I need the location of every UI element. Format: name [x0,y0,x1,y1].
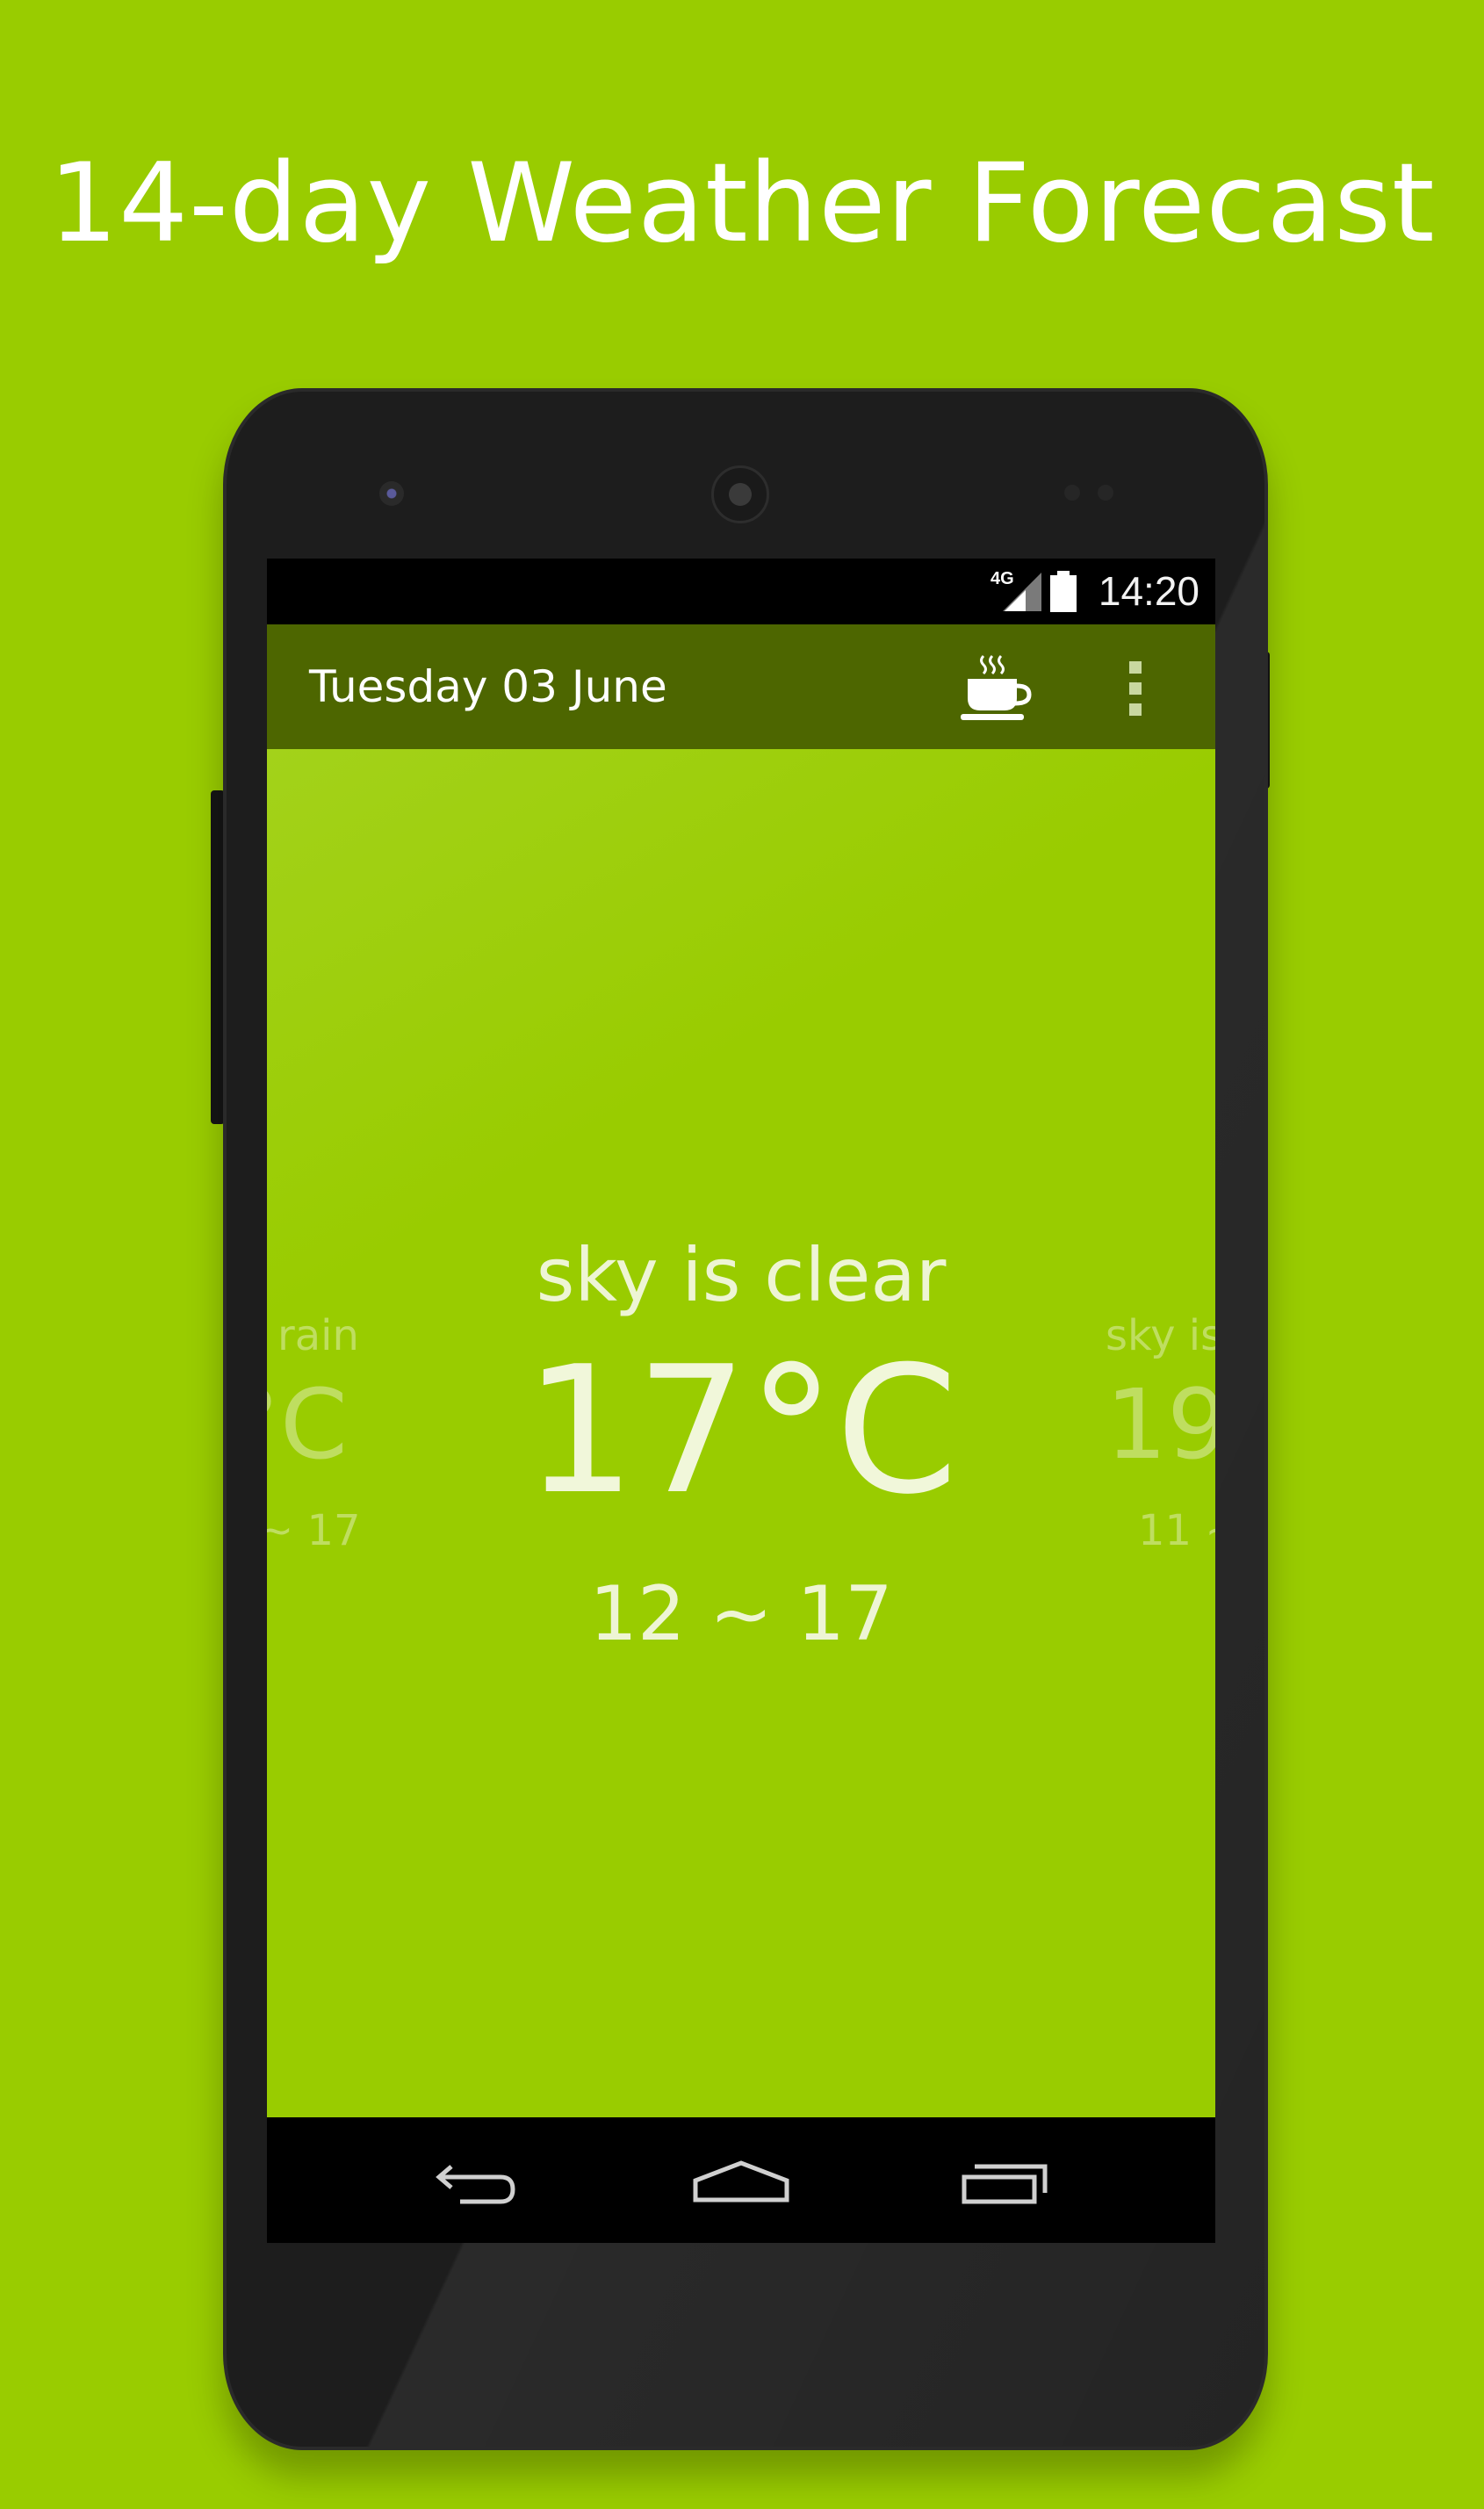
back-button[interactable] [425,2151,530,2212]
weather-description: sky is clear [536,1232,947,1318]
status-bar: 4G 14:20 [267,559,1215,624]
next-day-description: sky is [1106,1311,1215,1360]
temperature-range: 12 ~ 17 [589,1570,893,1658]
overflow-menu-button[interactable] [1119,651,1154,725]
back-icon [436,2165,515,2204]
front-camera [379,481,404,506]
navigation-bar [267,2117,1215,2243]
date-title: Tuesday 03 June [309,661,667,712]
coffee-cup-icon [961,654,1032,720]
action-bar: Tuesday 03 June [267,624,1215,749]
next-day-range: 11 ~ [1138,1506,1215,1555]
forecast-pager[interactable]: rain °C ~ 17 sky is clear 17°C 12 ~ 17 s… [267,749,1215,2117]
proximity-sensor [1064,485,1080,501]
recents-icon [962,2164,1048,2204]
promo-headline: 14-day Weather Forecast [48,141,1436,267]
overflow-menu-icon [1129,661,1142,716]
home-icon [693,2160,789,2203]
battery-icon [1050,571,1077,612]
recents-button[interactable] [952,2151,1057,2212]
next-day-temperature: 19 [1106,1368,1215,1481]
earpiece-speaker [711,465,769,523]
current-temperature: 17°C [523,1329,959,1533]
home-button[interactable] [688,2151,794,2212]
coffee-cup-button[interactable] [952,649,1033,728]
signal-icon [1003,573,1041,611]
phone-screen: 4G 14:20 Tuesday 03 June rain C ~ 17 sky… [267,559,1215,2243]
status-time: 14:20 [1098,568,1199,614]
light-sensor [1098,485,1113,501]
